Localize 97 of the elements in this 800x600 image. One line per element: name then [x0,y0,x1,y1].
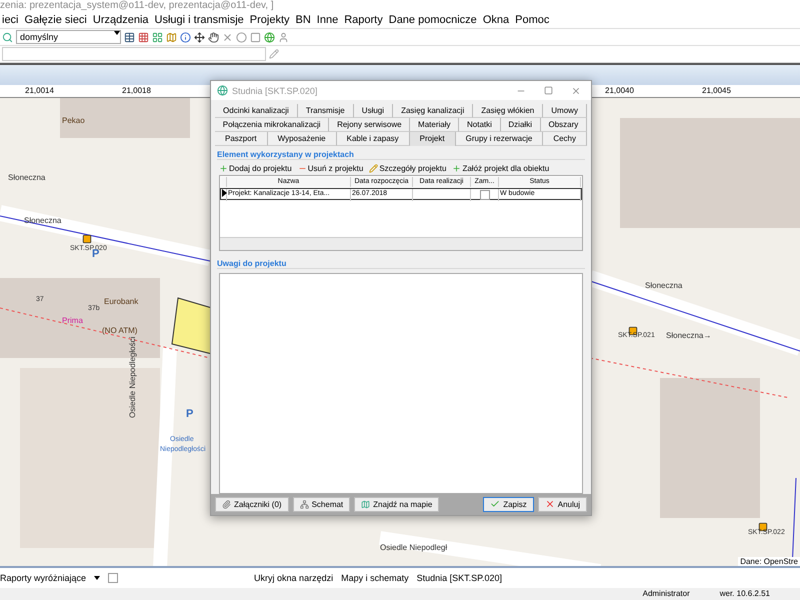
map-label: Pekao [62,116,85,125]
notes-field[interactable] [219,272,583,494]
check-icon [490,499,500,510]
row-pointer-icon [222,189,227,198]
tab[interactable]: Połączenia mikrokanalizacji [215,118,330,132]
status-item[interactable]: Studnia [SKT.SP.020] [416,573,502,583]
circle-icon[interactable] [236,32,247,42]
hand-icon[interactable] [208,32,219,42]
user-name: Administrator [642,588,690,600]
tab[interactable]: Zasięg kanalizacji [393,104,474,118]
grid-icon[interactable] [138,32,149,42]
menu-item[interactable]: ieci [0,14,23,26]
tab[interactable]: Cechy [543,132,588,146]
map-label: Słoneczna→ [666,331,712,340]
map-label: Słoneczna [645,281,682,290]
status-item[interactable]: Mapy i schematy [341,573,409,583]
menu-item[interactable]: BN [294,14,315,26]
footer-button[interactable]: Zapisz [483,496,534,512]
menu-item[interactable]: Dane pomocnicze [386,14,481,26]
menu-item[interactable]: Urządzenia [90,14,153,26]
tab[interactable]: Odcinki kanalizacji [215,104,298,118]
footer-button[interactable]: Załączniki (0) [215,496,289,512]
reports-dropdown[interactable]: Raporty wyróżniające [0,573,86,583]
map-label: P [92,248,100,260]
ruler-label: 21,0045 [702,86,731,95]
map-label: P [186,408,194,420]
tab[interactable]: Notatki [459,118,501,132]
close-icon[interactable] [571,86,581,96]
tab[interactable]: Wyposażenie [268,132,337,146]
person-icon[interactable] [278,32,289,42]
tab[interactable]: Rejony serwisowe [329,118,410,132]
checkbox[interactable] [108,573,118,583]
tab[interactable]: Umowy [543,104,587,118]
ruler-label: 21,0018 [122,86,151,95]
tab[interactable]: Projekt [410,132,456,146]
map-icon[interactable] [166,32,177,42]
map-label: Eurobank [104,297,138,306]
section-title: Element wykorzystany w projektach [217,150,585,160]
globe-icon[interactable] [264,32,275,42]
map-label: Prima [62,316,83,325]
tab[interactable]: Grupy i rezerwacje [456,132,544,146]
move-icon[interactable] [194,32,205,42]
combo-field[interactable] [2,47,266,61]
menu-item[interactable]: Inne [314,14,342,26]
caret-icon [114,31,120,35]
pencil-icon[interactable] [269,49,279,59]
map-label: Osiedle Niepodległości [128,336,137,418]
footer-button[interactable]: Anuluj [538,496,587,512]
tab[interactable]: Obszary [540,118,588,132]
menu-item[interactable]: Usługi i transmisje [152,14,248,26]
toolbar-action[interactable]: Usuń z projektu [298,164,364,174]
caret-icon [94,576,100,580]
map-icon [361,500,370,509]
menu-item[interactable]: Raporty [342,14,387,26]
add-icon [219,164,228,174]
footer-button[interactable]: Schemat [292,496,350,512]
network-icon [300,500,309,509]
manhole-marker-icon[interactable] [82,234,92,244]
map-label: Osiedle Niepodległ [380,543,448,552]
ruler-label: 21,0014 [25,86,54,95]
pencil-icon [369,164,378,174]
footer-button[interactable]: Znajdź na mapie [354,496,440,512]
tab[interactable]: Transmisje [298,104,354,118]
map-label: (NO ATM) [102,326,138,335]
maximize-icon[interactable] [544,86,553,95]
style-combo[interactable]: domyślny [16,30,121,44]
map-label: Słoneczna [24,216,62,225]
version-label: wer. 10.6.2.51 [720,588,770,600]
toolbar-action[interactable]: Dodaj do projektu [219,164,292,174]
map-label: Słoneczna [8,173,46,182]
ruler-label: 21,0040 [605,86,634,95]
tab[interactable]: Paszport [215,132,268,146]
layout-icon[interactable] [152,32,163,42]
menu-item[interactable]: Projekty [248,14,294,26]
menu-item[interactable]: Gałęzie sieci [22,14,91,26]
close-icon [544,499,555,510]
info-icon[interactable] [180,32,191,42]
tab[interactable]: Zasięg włókien [473,104,544,118]
section-title: Uwagi do projektu [217,258,585,269]
table-icon[interactable] [124,32,135,42]
tab[interactable]: Usługi [354,104,394,118]
toolbar-action[interactable]: Szczegóły projektu [369,164,446,174]
square-icon[interactable] [250,32,261,42]
globe-icon [217,85,228,96]
toolbar-action[interactable]: Załóż projekt dla obiektu [452,164,550,174]
checkbox[interactable] [480,190,490,200]
menu-item[interactable]: Pomoc [513,14,554,26]
menu-item[interactable]: Okna [480,14,514,26]
tab[interactable]: Działki [500,118,541,132]
search-icon[interactable] [2,32,13,42]
add-icon [452,164,462,174]
map-attribution: Dane: OpenStre [738,557,800,566]
dialog-title: Studnia [SKT.SP.020] [232,86,318,96]
window-title: zenia: prezentacja_system@o11-dev, prezentacja@o11-dev, ] [0,0,800,12]
status-item[interactable]: Ukryj okna narzędzi [254,573,334,583]
paperclip-icon [222,500,231,509]
tab[interactable]: Kable i zapasy [336,132,410,146]
